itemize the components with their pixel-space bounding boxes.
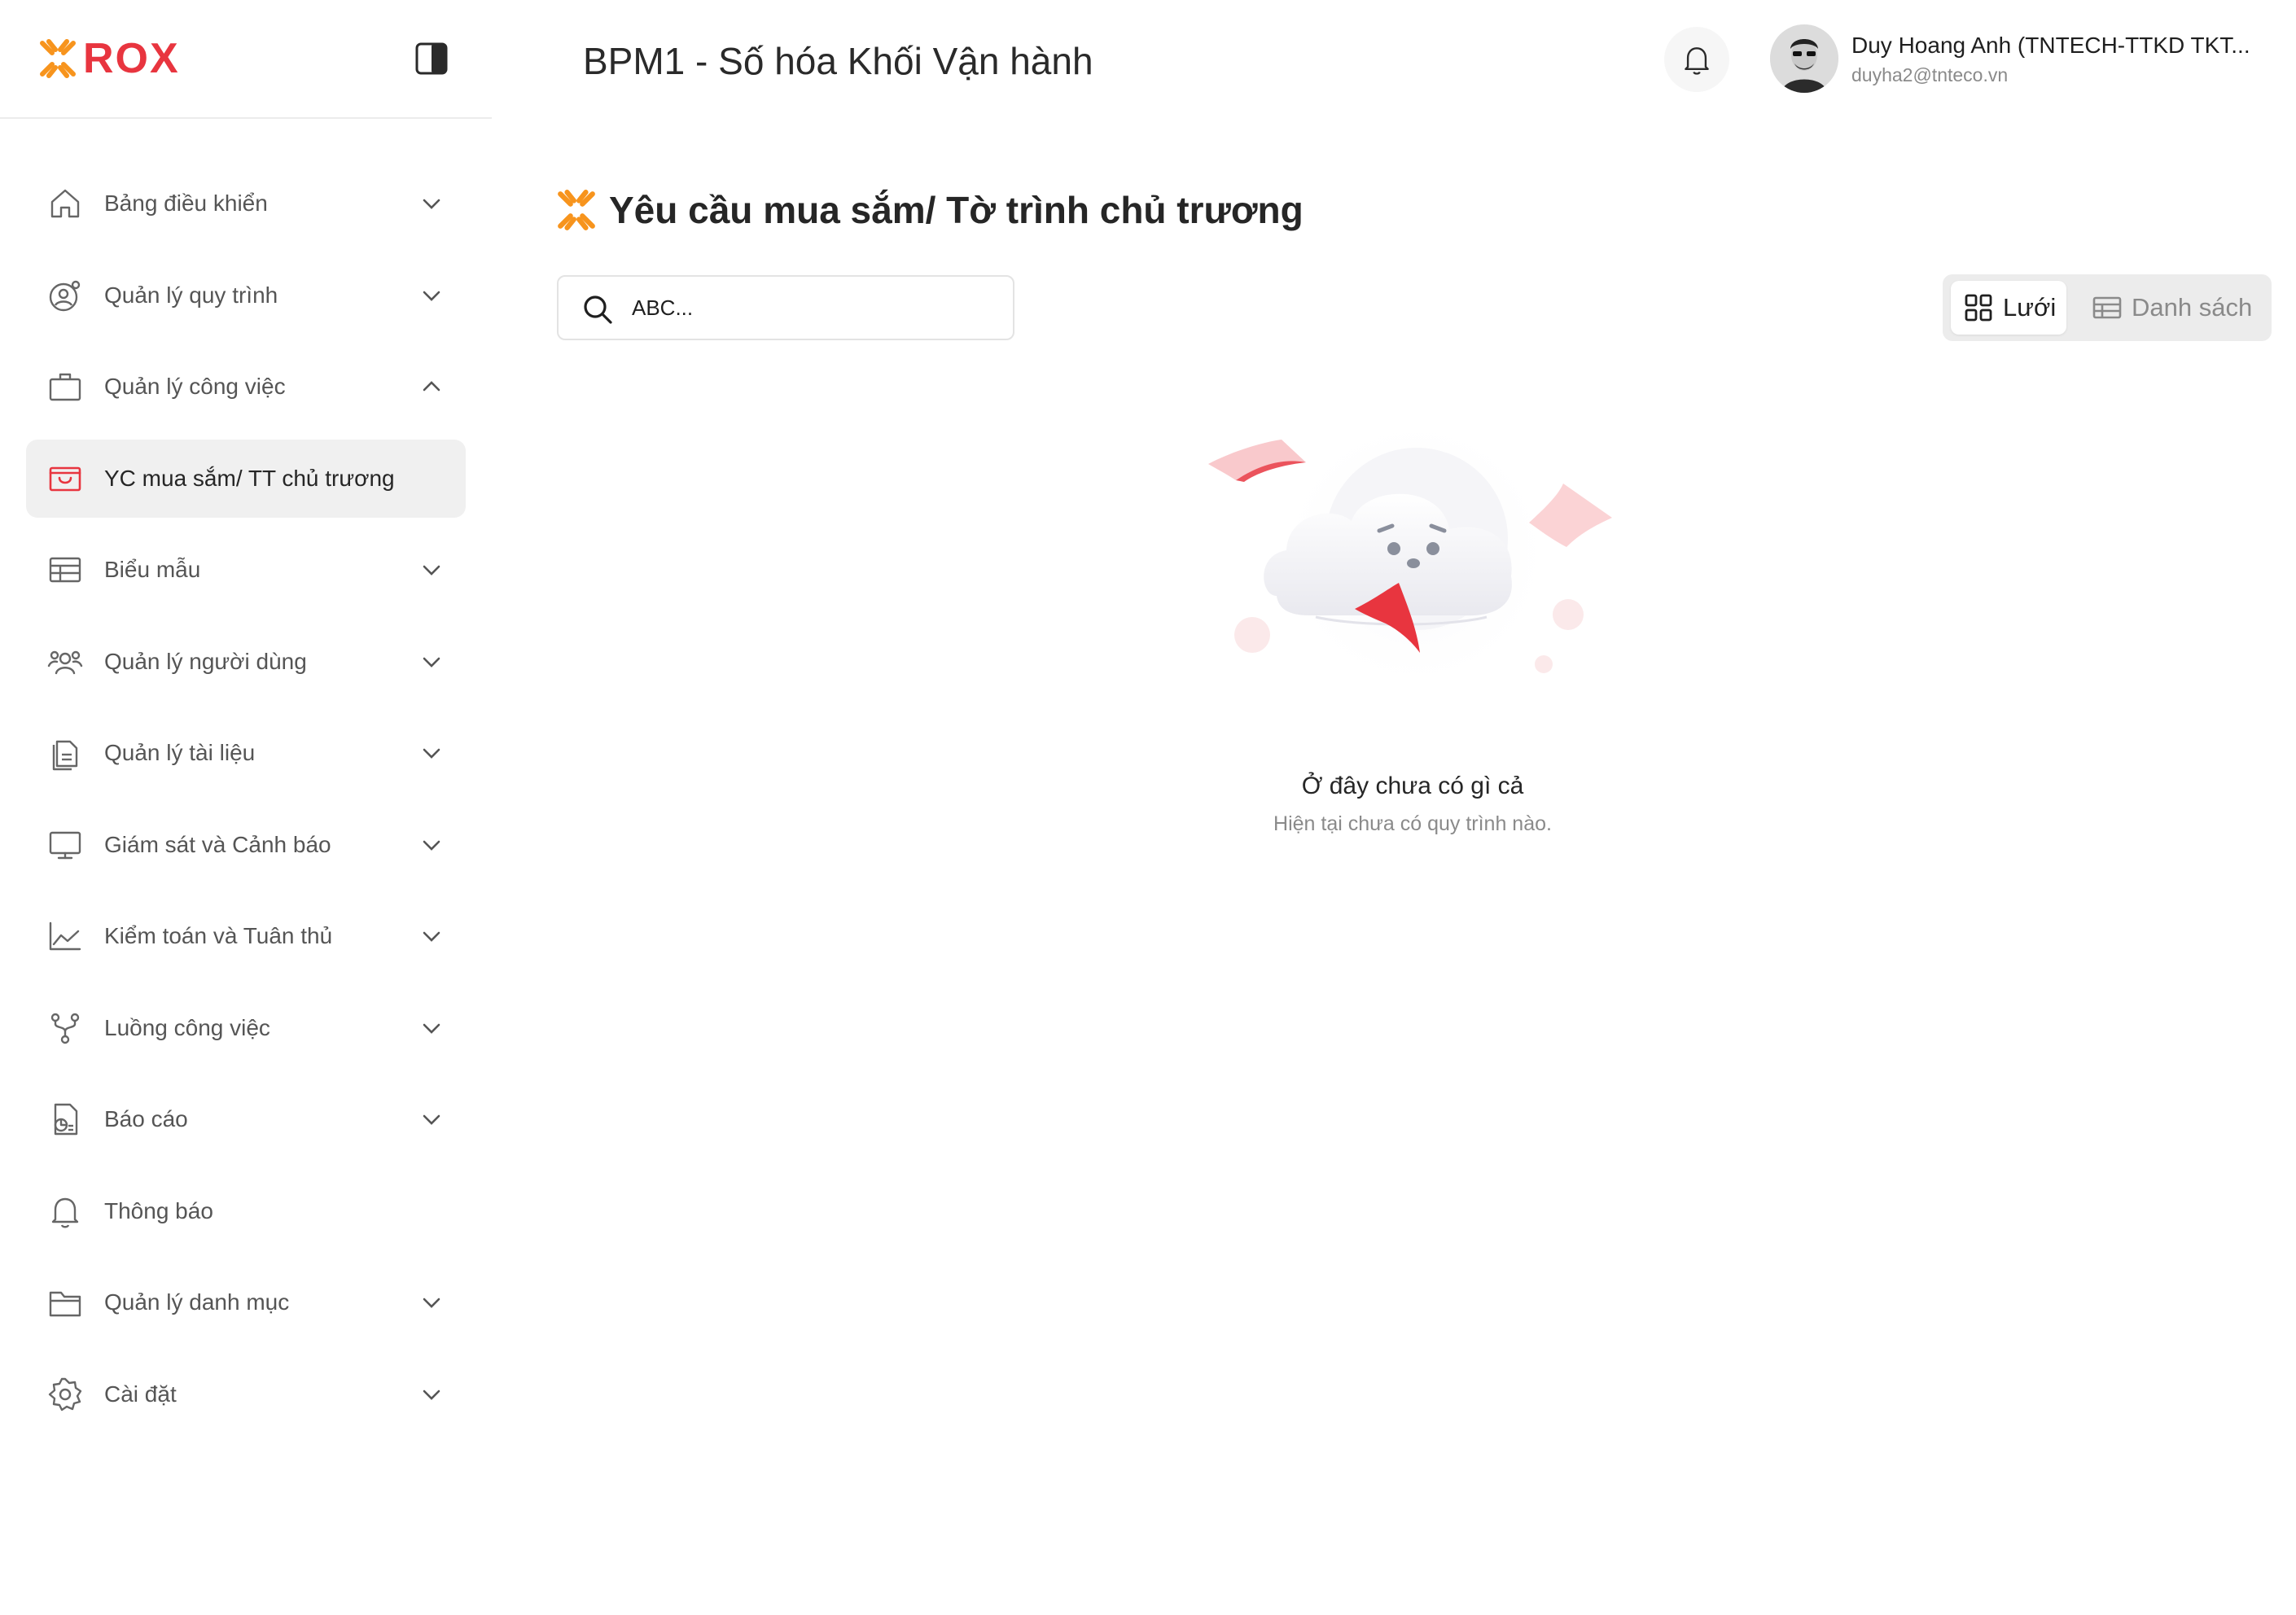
- workflow-icon: [50, 1013, 80, 1044]
- logo[interactable]: ROX: [37, 37, 180, 80]
- sad-cloud-illustration: [1203, 417, 1627, 710]
- briefcase-icon: [49, 373, 81, 401]
- users-icon: [47, 650, 83, 674]
- sidebar-item-label: Kiểm toán và Tuân thủ: [104, 923, 333, 948]
- sidebar-item-workflow[interactable]: Luồng công việc: [26, 989, 466, 1067]
- folder-icon: [49, 1291, 81, 1317]
- sidebar-toggle-icon: [415, 42, 448, 75]
- table-icon: [49, 557, 81, 583]
- sidebar-item-category-management[interactable]: Quản lý danh mục: [26, 1263, 466, 1341]
- chevron-down-icon: [423, 931, 440, 942]
- sidebar-item-label: Quản lý quy trình: [104, 282, 278, 308]
- sidebar-item-label: Quản lý danh mục: [104, 1289, 290, 1315]
- notification-button[interactable]: [1664, 27, 1729, 92]
- list-view-button[interactable]: Danh sách: [2079, 281, 2265, 335]
- sidebar-item-settings[interactable]: Cài đặt: [26, 1355, 466, 1433]
- grid-view-button[interactable]: Lưới: [1951, 281, 2066, 335]
- chevron-down-icon: [423, 657, 440, 667]
- sidebar-item-label: Quản lý người dùng: [104, 648, 307, 674]
- sidebar-item-label: Quản lý tài liệu: [104, 740, 256, 765]
- sidebar-item-label: YC mua sắm/ TT chủ trương: [104, 465, 395, 491]
- chevron-down-icon: [423, 1023, 440, 1034]
- sidebar-item-label: Thông báo: [104, 1197, 213, 1223]
- user-gear-icon: [49, 280, 81, 311]
- bell-icon: [51, 1197, 79, 1228]
- sidebar-item-dashboard[interactable]: Bảng điều khiển: [26, 164, 466, 243]
- logo-text: ROX: [83, 35, 180, 82]
- empty-state-title: Ở đây chưa có gì cả: [1301, 772, 1524, 799]
- chevron-up-icon: [423, 381, 440, 392]
- chevron-down-icon: [423, 1298, 440, 1308]
- sidebar-item-label: Quản lý công việc: [104, 374, 286, 399]
- settings-gear-icon: [48, 1377, 82, 1411]
- sidebar-item-forms[interactable]: Biểu mẫu: [26, 531, 466, 609]
- sidebar-item-audit-compliance[interactable]: Kiểm toán và Tuân thủ: [26, 897, 466, 975]
- user-name: Duy Hoang Anh (TNTECH-TTKD TKT...: [1851, 33, 2250, 58]
- page-title: Yêu cầu mua sắm/ Tờ trình chủ trương: [609, 189, 1304, 231]
- report-icon: [54, 1103, 78, 1136]
- grid-view-label: Lưới: [2003, 293, 2057, 322]
- sidebar-item-reports[interactable]: Báo cáo: [26, 1080, 466, 1158]
- table-list-icon: [2092, 296, 2122, 319]
- chevron-down-icon: [423, 565, 440, 576]
- shopping-bag-icon: [49, 466, 81, 491]
- sidebar-item-work-management[interactable]: Quản lý công việc: [26, 348, 466, 426]
- sidebar-item-label: Báo cáo: [104, 1106, 188, 1131]
- sidebar-item-purchase-requests[interactable]: YC mua sắm/ TT chủ trương: [26, 439, 466, 518]
- sidebar-item-label: Cài đặt: [104, 1381, 177, 1407]
- list-view-label: Danh sách: [2132, 293, 2253, 322]
- page-heading: Yêu cầu mua sắm/ Tờ trình chủ trương: [555, 186, 1304, 234]
- sidebar-nav: Bảng điều khiển Quản lý quy trình Quản l…: [26, 164, 466, 1446]
- chevron-down-icon: [423, 1390, 440, 1400]
- chevron-down-icon: [423, 291, 440, 301]
- sidebar-item-label: Luồng công việc: [104, 1014, 270, 1040]
- view-toggle: Lưới Danh sách: [1943, 274, 2272, 341]
- user-email: duyha2@tnteco.vn: [1851, 64, 2009, 85]
- documents-icon: [52, 740, 78, 771]
- search-icon: [584, 295, 612, 324]
- chevron-down-icon: [423, 199, 440, 209]
- search-input[interactable]: [632, 285, 998, 330]
- user-avatar-icon: [1770, 24, 1838, 93]
- sidebar-item-document-management[interactable]: Quản lý tài liệu: [26, 714, 466, 792]
- empty-state-subtitle: Hiện tại chưa có quy trình nào.: [1273, 812, 1552, 835]
- sidebar-item-user-management[interactable]: Quản lý người dùng: [26, 623, 466, 701]
- rox-x-mark-icon: [40, 39, 76, 78]
- avatar[interactable]: [1770, 24, 1838, 93]
- sidebar-item-monitoring-alerts[interactable]: Giám sát và Cảnh báo: [26, 806, 466, 884]
- chevron-down-icon: [423, 1114, 440, 1125]
- monitor-icon: [49, 831, 81, 859]
- sidebar-item-label: Biểu mẫu: [104, 557, 201, 582]
- sidebar-item-label: Bảng điều khiển: [104, 190, 268, 216]
- search-box: [557, 275, 1014, 340]
- sidebar-item-notifications[interactable]: Thông báo: [26, 1172, 466, 1250]
- sidebar: ROX Bảng điều khiển Quản lý quy trình Qu…: [0, 0, 492, 1615]
- chevron-down-icon: [423, 748, 440, 759]
- chevron-down-icon: [423, 840, 440, 851]
- bell-icon: [1685, 47, 1709, 75]
- home-icon: [50, 189, 80, 218]
- sidebar-item-process-management[interactable]: Quản lý quy trình: [26, 256, 466, 335]
- rox-x-mark-icon: [558, 190, 595, 230]
- brand-header: ROX: [0, 0, 492, 119]
- grid-icon: [1965, 294, 1992, 322]
- sidebar-collapse-button[interactable]: [414, 41, 449, 77]
- app-title: BPM1 - Số hóa Khối Vận hành: [583, 40, 1093, 82]
- sidebar-item-label: Giám sát và Cảnh báo: [104, 831, 331, 857]
- line-chart-icon: [49, 921, 81, 951]
